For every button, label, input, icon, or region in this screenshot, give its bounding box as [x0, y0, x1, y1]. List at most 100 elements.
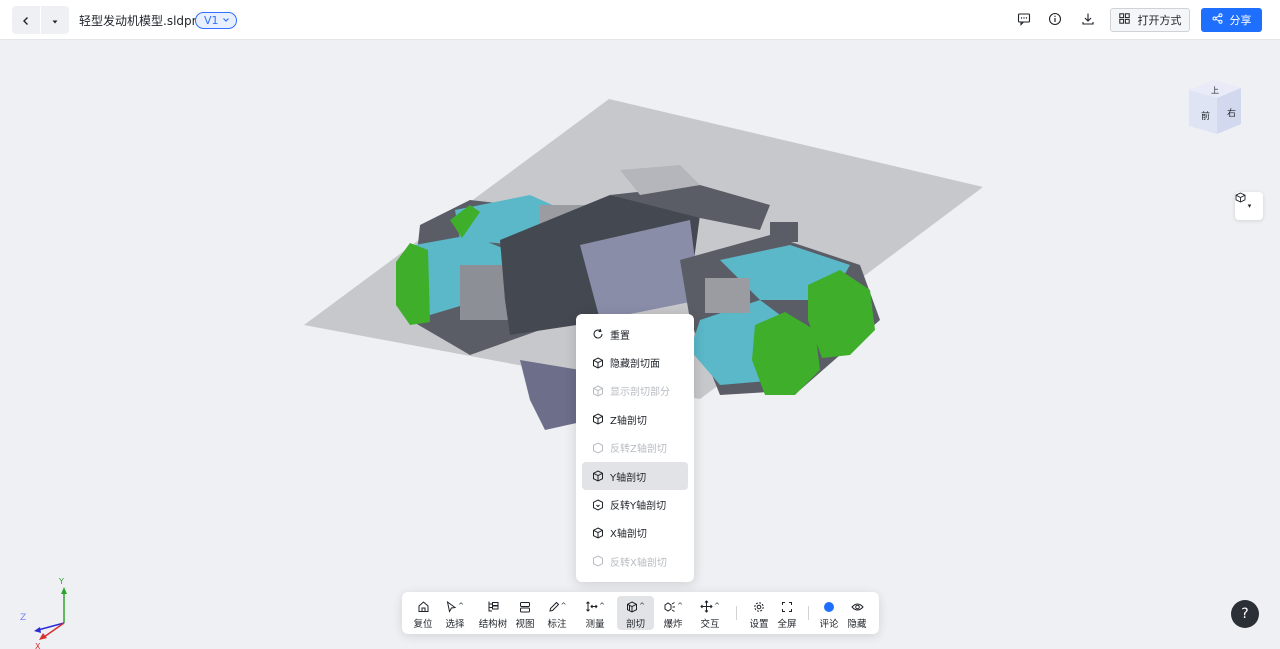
section-icon: ^	[626, 598, 645, 615]
open-with-button[interactable]: 打开方式	[1110, 8, 1190, 32]
tool-settings[interactable]: 设置	[748, 596, 770, 630]
tool-label: 交互	[700, 619, 720, 630]
view-mode-button[interactable]: ▾	[1235, 192, 1263, 220]
cube-icon	[592, 413, 604, 425]
explode-icon: ^	[663, 598, 683, 615]
eye-icon	[850, 598, 864, 615]
toolbar-divider	[808, 606, 809, 620]
comment-dot-icon	[823, 598, 835, 615]
share-icon	[1212, 13, 1223, 27]
tool-label: 设置	[749, 619, 769, 630]
tool-view[interactable]: 视图	[514, 596, 536, 630]
menu-item-reverse-z-axis-section: 反转Z轴剖切	[582, 434, 688, 462]
axis-z-label: Z	[20, 613, 26, 623]
menu-item-label: 反转X轴剖切	[610, 557, 667, 569]
menu-item-y-axis-section[interactable]: Y轴剖切	[582, 461, 688, 491]
cube-icon	[592, 357, 604, 369]
tool-label: 标注	[547, 619, 567, 630]
tool-label: 评论	[819, 619, 839, 630]
history-dropdown-button[interactable]	[41, 6, 69, 34]
nav-button-group	[12, 6, 69, 34]
grid-icon	[1118, 13, 1130, 27]
chevron-up-icon: ^	[639, 602, 645, 610]
cursor-icon: ^	[446, 598, 464, 615]
version-label: V1	[204, 14, 219, 27]
download-button[interactable]	[1078, 10, 1098, 30]
menu-item-reset[interactable]: 重置	[582, 320, 688, 348]
tool-interact[interactable]: ^ 交互	[698, 596, 722, 630]
menu-item-show-section-part: 显示剖切部分	[582, 377, 688, 405]
menu-item-label: 隐藏剖切面	[610, 359, 660, 371]
top-bar: 轻型发动机模型.sldprt V1 打开方式 分享	[0, 0, 1280, 40]
chevron-down-icon: ▾	[1247, 201, 1252, 210]
chevron-up-icon: ^	[560, 602, 567, 610]
back-icon	[21, 11, 31, 30]
cube-icon	[592, 442, 604, 454]
cube-icon	[592, 470, 604, 482]
tool-select[interactable]: ^ 选择	[442, 596, 468, 630]
back-button[interactable]	[12, 6, 40, 34]
version-badge[interactable]: V1	[195, 12, 237, 29]
menu-item-label: 反转Y轴剖切	[610, 501, 667, 513]
open-with-label: 打开方式	[1137, 14, 1182, 27]
home-icon	[417, 598, 430, 615]
tool-annotate[interactable]: ^ 标注	[544, 596, 570, 630]
tool-reset-view[interactable]: 复位	[410, 596, 436, 630]
chevron-up-icon: ^	[677, 602, 683, 610]
menu-item-z-axis-section[interactable]: Z轴剖切	[582, 405, 688, 433]
fullscreen-icon	[781, 598, 793, 615]
menu-item-hide-section-plane[interactable]: 隐藏剖切面	[582, 348, 688, 376]
axis-x-label: X	[35, 642, 41, 649]
tool-hide[interactable]: 隐藏	[846, 596, 868, 630]
measure-icon: ^	[585, 598, 605, 615]
menu-item-reverse-y-axis-section[interactable]: 反转Y轴剖切	[582, 490, 688, 518]
cube-icon	[592, 555, 604, 567]
info-icon	[1048, 11, 1062, 30]
bottom-toolbar: 复位 ^ 选择 结构树 视图 ^ 标注 ^ 测量 ^ 剖切 ^ 爆炸 ^ 交互 …	[402, 592, 879, 634]
menu-item-label: Z轴剖切	[610, 415, 647, 427]
tool-label: 结构树	[478, 619, 508, 630]
reset-icon	[592, 328, 604, 340]
tool-label: 视图	[515, 619, 535, 630]
chevron-up-icon: ^	[599, 602, 605, 610]
menu-item-label: Y轴剖切	[610, 472, 647, 484]
cube-front-label: 前	[1201, 110, 1210, 122]
tool-section[interactable]: ^ 剖切	[617, 596, 654, 630]
share-button[interactable]: 分享	[1201, 8, 1262, 32]
tool-label: 测量	[585, 619, 605, 630]
comment-icon	[1017, 11, 1031, 30]
download-icon	[1081, 11, 1095, 30]
menu-item-label: 显示剖切部分	[610, 387, 670, 399]
chevron-down-icon	[222, 14, 230, 27]
tool-label: 选择	[445, 619, 465, 630]
tool-label: 剖切	[625, 619, 645, 630]
cube-right-label: 右	[1227, 107, 1236, 119]
menu-item-label: 反转Z轴剖切	[610, 444, 667, 456]
section-menu: 重置 隐藏剖切面 显示剖切部分 Z轴剖切 反转Z轴剖切 Y轴剖切 反转Y轴剖切 …	[576, 314, 694, 582]
gear-icon	[753, 598, 765, 615]
cube-icon	[592, 527, 604, 539]
menu-item-label: X轴剖切	[610, 529, 647, 541]
tool-comment[interactable]: 评论	[818, 596, 840, 630]
view-icon	[519, 598, 531, 615]
tool-measure[interactable]: ^ 测量	[582, 596, 608, 630]
comment-button[interactable]	[1014, 10, 1034, 30]
view-cube[interactable]: 前 右 上	[1183, 76, 1245, 138]
tool-label: 爆炸	[663, 619, 683, 630]
help-label: ?	[1241, 606, 1249, 622]
tool-explode[interactable]: ^ 爆炸	[660, 596, 686, 630]
toolbar-divider	[736, 606, 737, 620]
axis-gizmo: Y Z X	[16, 574, 76, 649]
tool-structure-tree[interactable]: 结构树	[478, 596, 508, 630]
help-button[interactable]: ?	[1231, 600, 1259, 628]
tool-fullscreen[interactable]: 全屏	[776, 596, 798, 630]
cube-icon	[592, 385, 604, 397]
menu-item-label: 重置	[610, 330, 630, 342]
cube-top-label: 上	[1211, 86, 1219, 95]
share-label: 分享	[1229, 14, 1252, 27]
info-button[interactable]	[1045, 10, 1065, 30]
tool-label: 隐藏	[847, 619, 867, 630]
menu-item-reverse-x-axis-section: 反转X轴剖切	[582, 547, 688, 575]
menu-item-x-axis-section[interactable]: X轴剖切	[582, 519, 688, 547]
pen-icon: ^	[548, 598, 567, 615]
